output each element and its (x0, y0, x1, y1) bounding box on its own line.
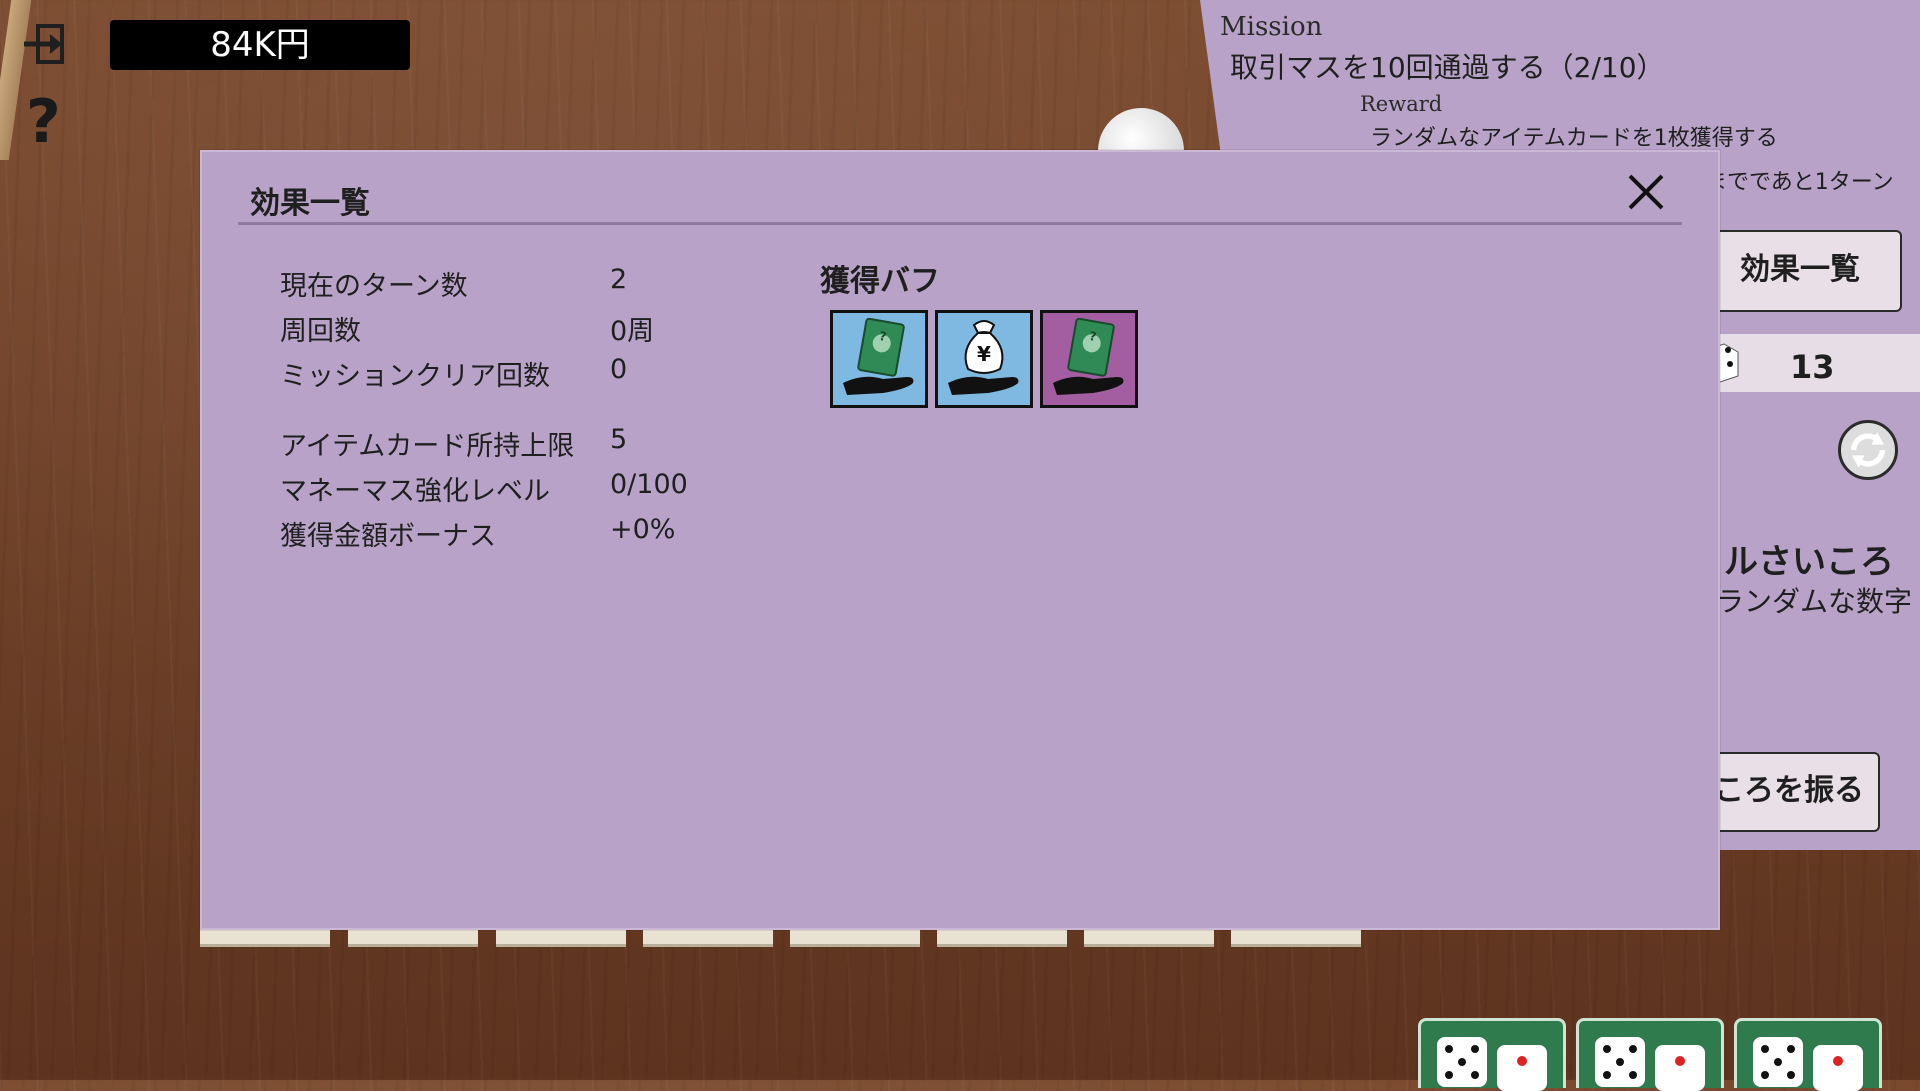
card-in-hand-graphic: ? (1053, 317, 1124, 395)
stat-label-money-level: マネーマス強化レベル (280, 476, 550, 507)
stat-label-card-limit: アイテムカード所持上限 (280, 431, 575, 462)
dice-card[interactable] (1418, 1018, 1566, 1091)
stat-label-turn: 現在のターン数 (280, 271, 468, 302)
refresh-icon[interactable] (1838, 420, 1898, 480)
stat-value-card-limit: 5 (610, 424, 628, 455)
stat-label-mission-clears: ミッションクリア回数 (280, 361, 550, 392)
turns-left-text: までであと1ターン (1705, 170, 1894, 195)
stat-value-bonus: +0% (610, 514, 676, 545)
stat-label-laps: 周回数 (280, 316, 361, 347)
dialog-divider (238, 222, 1682, 225)
dice-name: ルさいころ (1724, 542, 1894, 582)
money-display: 84K円 (110, 20, 410, 70)
dice-card[interactable] (1576, 1018, 1724, 1091)
mission-title: Mission (1220, 12, 1323, 42)
buff-section-title: 獲得バフ (820, 264, 940, 299)
mission-text: 取引マスを10回通過する（2/10） (1230, 51, 1665, 84)
dice-description: ランダムな数字 (1716, 585, 1913, 618)
reward-text: ランダムなアイテムカードを1枚獲得する (1370, 126, 1778, 151)
stat-value-turn: 2 (610, 264, 628, 295)
stat-value-mission-clears: 0 (610, 354, 628, 385)
stat-value-laps: 0周 (610, 316, 655, 347)
dice-card[interactable] (1734, 1018, 1882, 1091)
dice-pair-icon (1595, 1037, 1705, 1091)
svg-text:¥: ¥ (977, 342, 991, 366)
stat-value-money-level: 0/100 (610, 469, 688, 500)
card-in-hand-icon[interactable]: ? (1040, 310, 1138, 408)
card-in-hand-icon[interactable]: ? (830, 310, 928, 408)
roll-dice-button[interactable]: ころを振る (1700, 752, 1880, 832)
card-in-hand-graphic: ? (843, 317, 914, 395)
exit-icon[interactable] (22, 22, 66, 66)
help-icon[interactable]: ? (26, 92, 61, 152)
effects-list-button[interactable]: 効果一覧 (1700, 230, 1902, 312)
dice-count: 13 (1790, 348, 1835, 386)
stat-label-bonus: 獲得金額ボーナス (280, 521, 496, 552)
money-bag-in-hand-icon[interactable]: ¥ (935, 310, 1033, 408)
dice-pair-icon (1437, 1037, 1547, 1091)
dice-pair-icon (1753, 1037, 1863, 1091)
reward-title: Reward (1360, 92, 1443, 116)
money-bag-in-hand-graphic: ¥ (948, 320, 1019, 395)
dialog-title: 効果一覧 (250, 186, 370, 221)
close-icon[interactable] (1624, 170, 1668, 214)
